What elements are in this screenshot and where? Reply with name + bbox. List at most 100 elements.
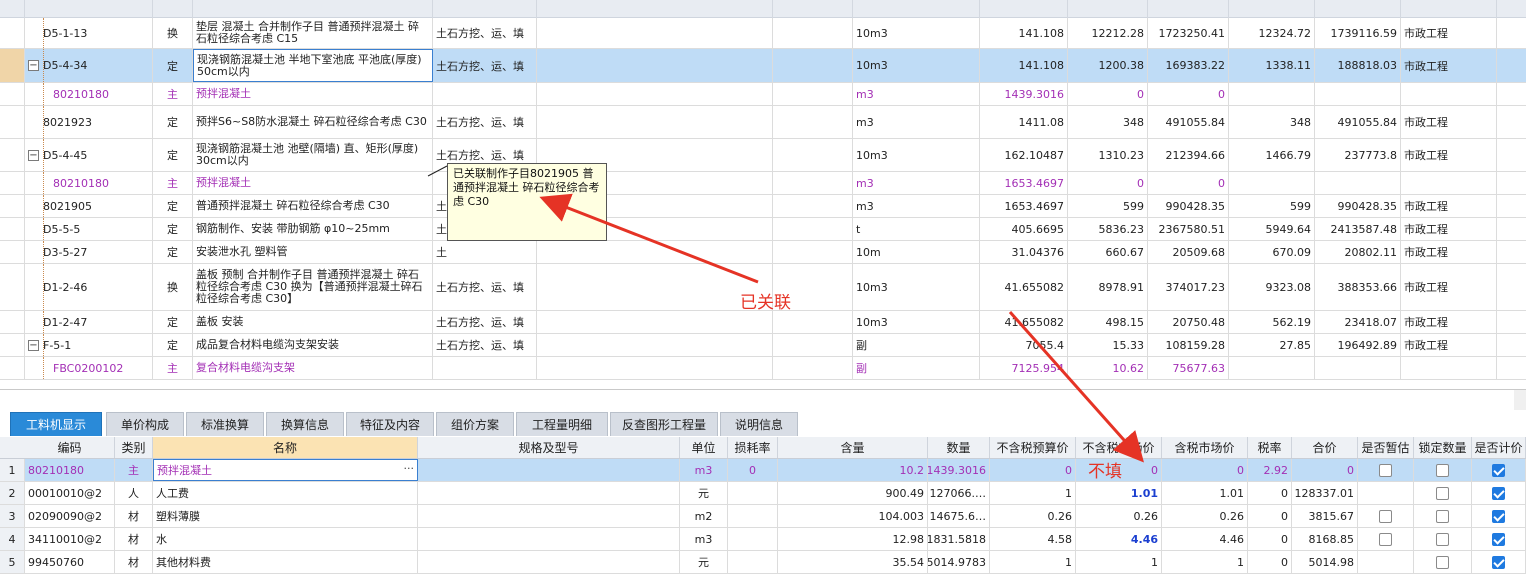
- cell-type[interactable]: 定: [153, 106, 193, 138]
- cell-total[interactable]: 990428.35: [1148, 195, 1229, 217]
- quota-row[interactable]: D3-5-27 定安装泄水孔 塑料管土 10m 31.04376 660.67 20509…: [0, 241, 1526, 264]
- cell-category[interactable]: [1401, 357, 1497, 379]
- cell-qty[interactable]: 1831.5818: [928, 528, 990, 550]
- cell-type[interactable]: 换: [153, 18, 193, 48]
- cell-category[interactable]: 市政工程: [1401, 139, 1497, 171]
- cell--blank2[interactable]: [773, 83, 853, 105]
- cell-rate[interactable]: 0: [1248, 482, 1292, 504]
- cell-lock[interactable]: [1414, 551, 1472, 573]
- cell-tax-total[interactable]: 491055.84: [1315, 106, 1401, 138]
- quota-row[interactable]: D1-2-47 定盖板 安装 土石方挖、运、填 10m3 41.655082 498.15…: [0, 311, 1526, 334]
- tab-0[interactable]: 工料机显示: [10, 412, 102, 436]
- cell-budget[interactable]: 0: [990, 459, 1076, 481]
- cell-tax-market[interactable]: 1.01: [1162, 482, 1248, 504]
- cell-est[interactable]: [1358, 505, 1414, 527]
- lock-checkbox[interactable]: [1436, 509, 1449, 523]
- cell-est[interactable]: [1358, 551, 1414, 573]
- cell-content[interactable]: 35.54: [778, 551, 928, 573]
- cell-price[interactable]: 348: [1068, 106, 1148, 138]
- cell-market[interactable]: 1.01: [1076, 482, 1162, 504]
- header-unit[interactable]: 单位: [680, 437, 728, 458]
- cell-content[interactable]: 104.003: [778, 505, 928, 527]
- cell-name[interactable]: 其他材料费: [153, 551, 418, 573]
- cell-qty[interactable]: 1439.3016: [928, 459, 990, 481]
- cell-price[interactable]: 10.62: [1068, 357, 1148, 379]
- cell-price[interactable]: 5836.23: [1068, 218, 1148, 240]
- cell-type[interactable]: 定: [153, 334, 193, 356]
- collapse-icon[interactable]: −: [28, 60, 39, 71]
- cell--blank2[interactable]: [773, 106, 853, 138]
- cell--blank2[interactable]: [773, 218, 853, 240]
- cell-rate[interactable]: 0: [1248, 528, 1292, 550]
- cell-category[interactable]: [1401, 83, 1497, 105]
- row-header[interactable]: [0, 139, 25, 171]
- cell-code[interactable]: 8021923: [25, 106, 153, 138]
- cell-name[interactable]: 塑料薄膜: [153, 505, 418, 527]
- cell-tax-price[interactable]: [1229, 83, 1315, 105]
- cell-spec[interactable]: [418, 505, 680, 527]
- cell--blank2[interactable]: [773, 139, 853, 171]
- cell-rate[interactable]: 0: [1248, 551, 1292, 573]
- cell-tax-price[interactable]: 599: [1229, 195, 1315, 217]
- cell-market[interactable]: 4.46: [1076, 528, 1162, 550]
- cell-budget[interactable]: 0.26: [990, 505, 1076, 527]
- cell-category[interactable]: 市政工程: [1401, 241, 1497, 263]
- row-header[interactable]: [0, 357, 25, 379]
- cell-qty[interactable]: 41.655082: [980, 264, 1068, 310]
- tab-8[interactable]: 说明信息: [720, 412, 798, 436]
- cell-feature[interactable]: 土石方挖、运、填: [433, 106, 537, 138]
- cell-type[interactable]: 定: [153, 241, 193, 263]
- cell-total[interactable]: 2367580.51: [1148, 218, 1229, 240]
- cell-count[interactable]: [1472, 482, 1526, 504]
- cell-name[interactable]: 预拌混凝土 ···: [153, 459, 418, 481]
- cell-unit[interactable]: m3: [680, 459, 728, 481]
- lock-checkbox[interactable]: [1436, 463, 1449, 477]
- cell-unit[interactable]: 10m: [853, 241, 980, 263]
- cell-category[interactable]: 市政工程: [1401, 195, 1497, 217]
- cell-code[interactable]: 8021905: [25, 195, 153, 217]
- cell-total[interactable]: 20509.68: [1148, 241, 1229, 263]
- cell-total[interactable]: 1723250.41: [1148, 18, 1229, 48]
- scrollbar[interactable]: [1514, 390, 1526, 410]
- row-header[interactable]: [0, 106, 25, 138]
- cell-qty[interactable]: 141.108: [980, 18, 1068, 48]
- cell-budget[interactable]: 4.58: [990, 528, 1076, 550]
- cell-code[interactable]: D1-2-46: [25, 264, 153, 310]
- cell-name[interactable]: 盖板 安装: [193, 311, 433, 333]
- cell-category[interactable]: 市政工程: [1401, 106, 1497, 138]
- cell-spec[interactable]: [418, 528, 680, 550]
- row-header[interactable]: [0, 172, 25, 194]
- cell-total[interactable]: 0: [1292, 459, 1358, 481]
- cell-tax-price[interactable]: 5949.64: [1229, 218, 1315, 240]
- cell-rate[interactable]: 0: [1248, 505, 1292, 527]
- cell-rate[interactable]: 2.92: [1248, 459, 1292, 481]
- cell-unit[interactable]: 10m3: [853, 311, 980, 333]
- cell-total[interactable]: 169383.22: [1148, 49, 1229, 82]
- cell-type[interactable]: 主: [153, 357, 193, 379]
- cell-qty[interactable]: 1653.4697: [980, 172, 1068, 194]
- cell-type[interactable]: 定: [153, 139, 193, 171]
- cell-budget[interactable]: 1: [990, 482, 1076, 504]
- count-checkbox[interactable]: [1492, 532, 1505, 546]
- cell-name[interactable]: 水: [153, 528, 418, 550]
- header-type[interactable]: 类别: [115, 437, 153, 458]
- cell-feature[interactable]: 土石方挖、运、填: [433, 311, 537, 333]
- cell-price[interactable]: 498.15: [1068, 311, 1148, 333]
- cell-unit[interactable]: 副: [853, 357, 980, 379]
- row-header[interactable]: [0, 241, 25, 263]
- cell--blank1[interactable]: [537, 83, 773, 105]
- cell-code[interactable]: − D5-4-45: [25, 139, 153, 171]
- cell-count[interactable]: [1472, 551, 1526, 573]
- cell--blank2[interactable]: [773, 334, 853, 356]
- header-code[interactable]: 编码: [25, 437, 115, 458]
- cell-name[interactable]: 安装泄水孔 塑料管: [193, 241, 433, 263]
- cell-tax-total[interactable]: [1315, 357, 1401, 379]
- cell-spec[interactable]: [418, 482, 680, 504]
- header-count[interactable]: 是否计价: [1472, 437, 1526, 458]
- cell-name[interactable]: 成品复合材料电缆沟支架安装: [193, 334, 433, 356]
- cell-price[interactable]: 1200.38: [1068, 49, 1148, 82]
- cell-tax-market[interactable]: 0: [1162, 459, 1248, 481]
- quota-row[interactable]: 80210180 主预拌混凝土 m3 1439.3016 0 0: [0, 83, 1526, 106]
- cell-type[interactable]: 定: [153, 218, 193, 240]
- cell-code[interactable]: 02090090@2: [25, 505, 115, 527]
